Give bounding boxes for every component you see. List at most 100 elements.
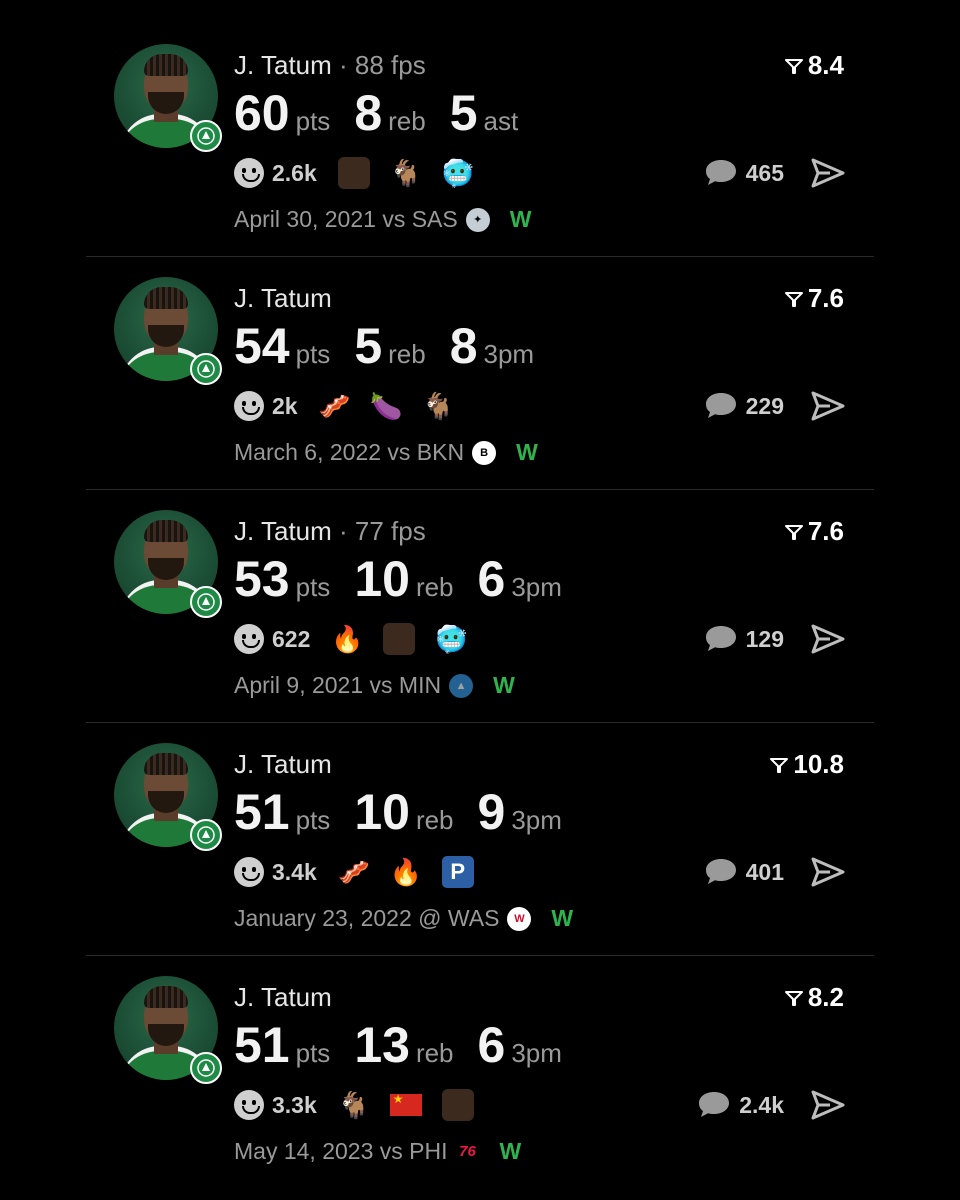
stat-value: 5 bbox=[449, 85, 478, 141]
stat-unit: pts bbox=[295, 1038, 331, 1068]
emoji-reactions: 🥓 🔥 P bbox=[337, 855, 493, 889]
stat-3pm: 8 3pm bbox=[450, 317, 534, 375]
game-info: May 14, 2023 vs PHI 76 W bbox=[234, 1138, 521, 1165]
player-name[interactable]: J. Tatum bbox=[234, 283, 332, 313]
stat-value: 5 bbox=[354, 318, 383, 374]
player-name-line: J. Tatum · 88 fps bbox=[234, 50, 426, 81]
comment-bubble-icon bbox=[705, 160, 736, 185]
stat-value: 10 bbox=[354, 784, 410, 840]
stat-reb: 5 reb bbox=[354, 317, 425, 375]
china-flag-emoji-icon[interactable] bbox=[389, 1088, 423, 1122]
game-result: W bbox=[493, 672, 515, 698]
player-name[interactable]: J. Tatum bbox=[234, 982, 332, 1012]
emoji-reaction-icon[interactable]: 🐐 bbox=[337, 1088, 371, 1122]
player-face-emoji-icon[interactable] bbox=[441, 1088, 475, 1122]
game-rating: 7.6 bbox=[784, 516, 844, 547]
stat-value: 6 bbox=[477, 551, 506, 607]
player-name[interactable]: J. Tatum bbox=[234, 749, 332, 779]
comments-button[interactable]: 401 bbox=[704, 857, 784, 887]
celtics-logo-icon bbox=[190, 1052, 222, 1084]
player-name-line: J. Tatum · 77 fps bbox=[234, 516, 426, 547]
stat-unit: reb bbox=[388, 106, 426, 136]
game-post-card[interactable]: J. Tatum 8.2 51pts13reb63pm 3.3k 🐐 2.4k … bbox=[86, 956, 874, 1189]
stat-unit: pts bbox=[295, 572, 331, 602]
smiley-reaction-icon[interactable] bbox=[234, 624, 264, 654]
share-send-icon[interactable] bbox=[810, 855, 846, 889]
emoji-reaction-icon[interactable]: 🥓 bbox=[318, 389, 352, 423]
comments-button[interactable]: 2.4k bbox=[697, 1090, 784, 1120]
emoji-reaction-icon[interactable]: 🔥 bbox=[389, 855, 423, 889]
game-result: W bbox=[551, 905, 574, 931]
emoji-reaction-icon[interactable]: 🔥 bbox=[330, 622, 364, 656]
emoji-reaction-icon[interactable]: 🐐 bbox=[389, 156, 423, 190]
player-face-emoji-icon[interactable] bbox=[337, 156, 371, 190]
game-date-opponent[interactable]: May 14, 2023 vs PHI bbox=[234, 1138, 448, 1165]
stat-pts: 53 pts bbox=[234, 550, 330, 608]
reaction-row: 2.6k 🐐 🥶 bbox=[234, 156, 493, 190]
rating-funnel-icon bbox=[784, 990, 803, 1006]
stat-line: 53 pts 10 reb 6 3pm bbox=[234, 550, 586, 608]
game-date-opponent[interactable]: April 9, 2021 vs MIN bbox=[234, 672, 441, 699]
reaction-count: 3.4k bbox=[272, 858, 317, 885]
reaction-count: 622 bbox=[272, 625, 311, 652]
76ers-logo-icon: 76 bbox=[459, 1143, 476, 1160]
share-send-icon[interactable] bbox=[810, 389, 846, 423]
stat-reb: 8 reb bbox=[354, 84, 425, 142]
game-post-card[interactable]: J. Tatum · 88 fps 8.4 60 pts 8 reb 5 ast 2.6k… bbox=[86, 24, 874, 257]
stat-line: 51 pts 10 reb 9 3pm bbox=[234, 783, 586, 841]
player-name-line: J. Tatum bbox=[234, 283, 332, 314]
share-send-icon[interactable] bbox=[810, 622, 846, 656]
game-result: W bbox=[509, 206, 532, 232]
stat-3pm: 6 3pm bbox=[478, 1016, 562, 1074]
smiley-reaction-icon[interactable] bbox=[234, 1090, 264, 1120]
smiley-reaction-icon[interactable] bbox=[234, 857, 264, 887]
smiley-reaction-icon[interactable] bbox=[234, 158, 264, 188]
game-info: March 6, 2022 vs BKN B W bbox=[234, 439, 538, 466]
stat-unit: 3pm bbox=[511, 572, 562, 602]
player-name[interactable]: J. Tatum bbox=[234, 50, 332, 80]
stat-reb: 10 reb bbox=[354, 783, 453, 841]
emoji-reaction-icon[interactable]: 🐐 bbox=[422, 389, 456, 423]
stat-unit: reb bbox=[388, 339, 426, 369]
stat-ast: 5 ast bbox=[450, 84, 519, 142]
celtics-logo-icon bbox=[190, 120, 222, 152]
rating-value: 7.6 bbox=[807, 283, 844, 313]
emoji-reaction-icon[interactable]: 🥶 bbox=[434, 622, 468, 656]
emoji-reaction-icon[interactable]: 🥶 bbox=[441, 156, 475, 190]
timberwolves-logo-icon: ▲ bbox=[449, 673, 474, 698]
rating-value: 7.6 bbox=[807, 516, 844, 546]
comments-button[interactable]: 129 bbox=[704, 624, 784, 654]
game-date-opponent[interactable]: March 6, 2022 vs BKN bbox=[234, 439, 464, 466]
game-date-opponent[interactable]: January 23, 2022 @ WAS bbox=[234, 905, 499, 932]
stat-value: 10 bbox=[354, 551, 410, 607]
smiley-reaction-icon[interactable] bbox=[234, 391, 264, 421]
game-date-opponent[interactable]: April 30, 2021 vs SAS bbox=[234, 206, 458, 233]
celtics-logo-icon bbox=[190, 819, 222, 851]
parking-emoji-icon[interactable]: P bbox=[441, 855, 475, 889]
stat-unit: 3pm bbox=[511, 1038, 562, 1068]
stat-pts: 51 pts bbox=[234, 1016, 330, 1074]
stat-value: 54 bbox=[234, 318, 290, 374]
comments-button[interactable]: 465 bbox=[704, 158, 784, 188]
reaction-count: 2.6k bbox=[272, 159, 317, 186]
emoji-reaction-icon[interactable]: 🍆 bbox=[370, 389, 404, 423]
game-post-card[interactable]: J. Tatum · 77 fps 7.6 53 pts 10 reb 6 3pm 622… bbox=[86, 490, 874, 723]
game-post-card[interactable]: J. Tatum 10.8 51 pts 10 reb 9 3pm 3.4k 🥓 🔥 P 40… bbox=[86, 723, 874, 956]
emoji-reaction-icon[interactable]: 🥓 bbox=[337, 855, 371, 889]
stat-value: 51 bbox=[234, 784, 290, 840]
share-send-icon[interactable] bbox=[810, 1088, 846, 1122]
nets-logo-icon: B bbox=[472, 440, 497, 465]
share-send-icon[interactable] bbox=[810, 156, 846, 190]
player-name[interactable]: J. Tatum bbox=[234, 516, 332, 546]
stat-unit: pts bbox=[295, 805, 331, 835]
emoji-reactions: 🐐 🥶 bbox=[337, 156, 493, 190]
stat-pts: 60 pts bbox=[234, 84, 330, 142]
emoji-reactions: 🐐 bbox=[337, 1088, 493, 1122]
game-post-card[interactable]: J. Tatum 7.6 54 pts 5 reb 8 3pm 2k 🥓 🍆 🐐 229 Ma… bbox=[86, 257, 874, 490]
comments-button[interactable]: 229 bbox=[704, 391, 784, 421]
comment-count: 465 bbox=[745, 159, 784, 186]
player-face-emoji-icon[interactable] bbox=[382, 622, 416, 656]
comment-bubble-icon bbox=[705, 626, 736, 651]
stat-value: 53 bbox=[234, 551, 290, 607]
comment-count: 129 bbox=[745, 625, 784, 652]
